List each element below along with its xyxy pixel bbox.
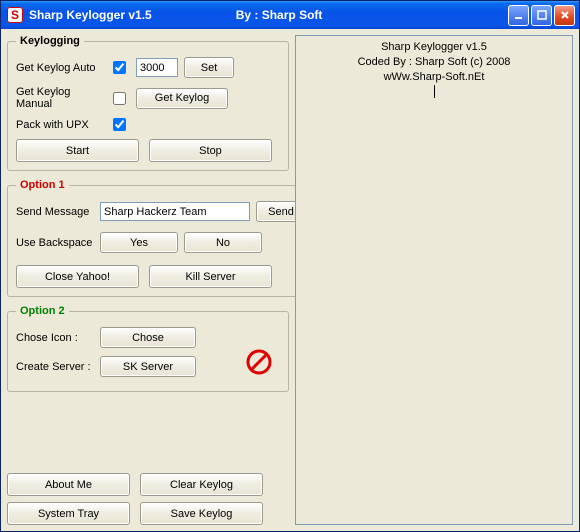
system-tray-button[interactable]: System Tray <box>7 502 130 525</box>
client-area: Keylogging Get Keylog Auto Set Get Keylo… <box>1 29 579 531</box>
log-line: wWw.Sharp-Soft.nEt <box>384 71 485 83</box>
about-me-button[interactable]: About Me <box>7 473 130 496</box>
send-message-label: Send Message <box>16 206 94 218</box>
pack-upx-checkbox[interactable] <box>113 118 126 131</box>
close-button[interactable] <box>554 5 575 26</box>
log-textarea[interactable]: Sharp Keylogger v1.5 Coded By : Sharp So… <box>295 35 573 525</box>
get-auto-checkbox[interactable] <box>113 61 126 74</box>
option1-legend: Option 1 <box>16 179 69 191</box>
left-column: Keylogging Get Keylog Auto Set Get Keylo… <box>7 35 289 525</box>
kill-server-button[interactable]: Kill Server <box>149 265 272 288</box>
start-button[interactable]: Start <box>16 139 139 162</box>
chose-icon-label: Chose Icon : <box>16 332 94 344</box>
titlebar: S Sharp Keylogger v1.5 By : Sharp Soft <box>1 1 579 29</box>
keylogging-legend: Keylogging <box>16 35 84 47</box>
app-window: S Sharp Keylogger v1.5 By : Sharp Soft K… <box>0 0 580 532</box>
use-backspace-label: Use Backspace <box>16 237 94 249</box>
yes-button[interactable]: Yes <box>100 232 178 253</box>
send-message-input[interactable] <box>100 202 250 221</box>
log-line: Sharp Keylogger v1.5 <box>302 40 566 55</box>
option1-group: Option 1 Send Message Send Use Backspace… <box>7 179 315 297</box>
set-button[interactable]: Set <box>184 57 234 78</box>
interval-input[interactable] <box>136 58 178 77</box>
clear-keylog-button[interactable]: Clear Keylog <box>140 473 263 496</box>
maximize-button[interactable] <box>531 5 552 26</box>
text-caret <box>434 85 435 98</box>
chose-button[interactable]: Chose <box>100 327 196 348</box>
window-buttons <box>508 5 575 26</box>
stop-button[interactable]: Stop <box>149 139 272 162</box>
log-line: Coded By : Sharp Soft (c) 2008 <box>302 55 566 70</box>
app-icon: S <box>7 7 23 23</box>
pack-upx-label: Pack with UPX <box>16 119 102 131</box>
window-title-right: By : Sharp Soft <box>236 8 323 22</box>
get-keylog-button[interactable]: Get Keylog <box>136 88 228 109</box>
minimize-button[interactable] <box>508 5 529 26</box>
option2-legend: Option 2 <box>16 305 69 317</box>
keylogging-group: Keylogging Get Keylog Auto Set Get Keylo… <box>7 35 289 171</box>
get-manual-checkbox[interactable] <box>113 92 126 105</box>
get-manual-label: Get Keylog Manual <box>16 86 102 110</box>
close-yahoo-button[interactable]: Close Yahoo! <box>16 265 139 288</box>
window-title-left: Sharp Keylogger v1.5 <box>29 8 152 22</box>
sk-server-button[interactable]: SK Server <box>100 356 196 377</box>
save-keylog-button[interactable]: Save Keylog <box>140 502 263 525</box>
option2-group: Option 2 Chose Icon : Chose Create Serve… <box>7 305 289 392</box>
no-icon-icon <box>244 347 274 377</box>
no-button[interactable]: No <box>184 232 262 253</box>
create-server-label: Create Server : <box>16 361 94 373</box>
bottom-buttons: About Me Clear Keylog System Tray Save K… <box>7 473 289 525</box>
get-auto-label: Get Keylog Auto <box>16 62 102 74</box>
